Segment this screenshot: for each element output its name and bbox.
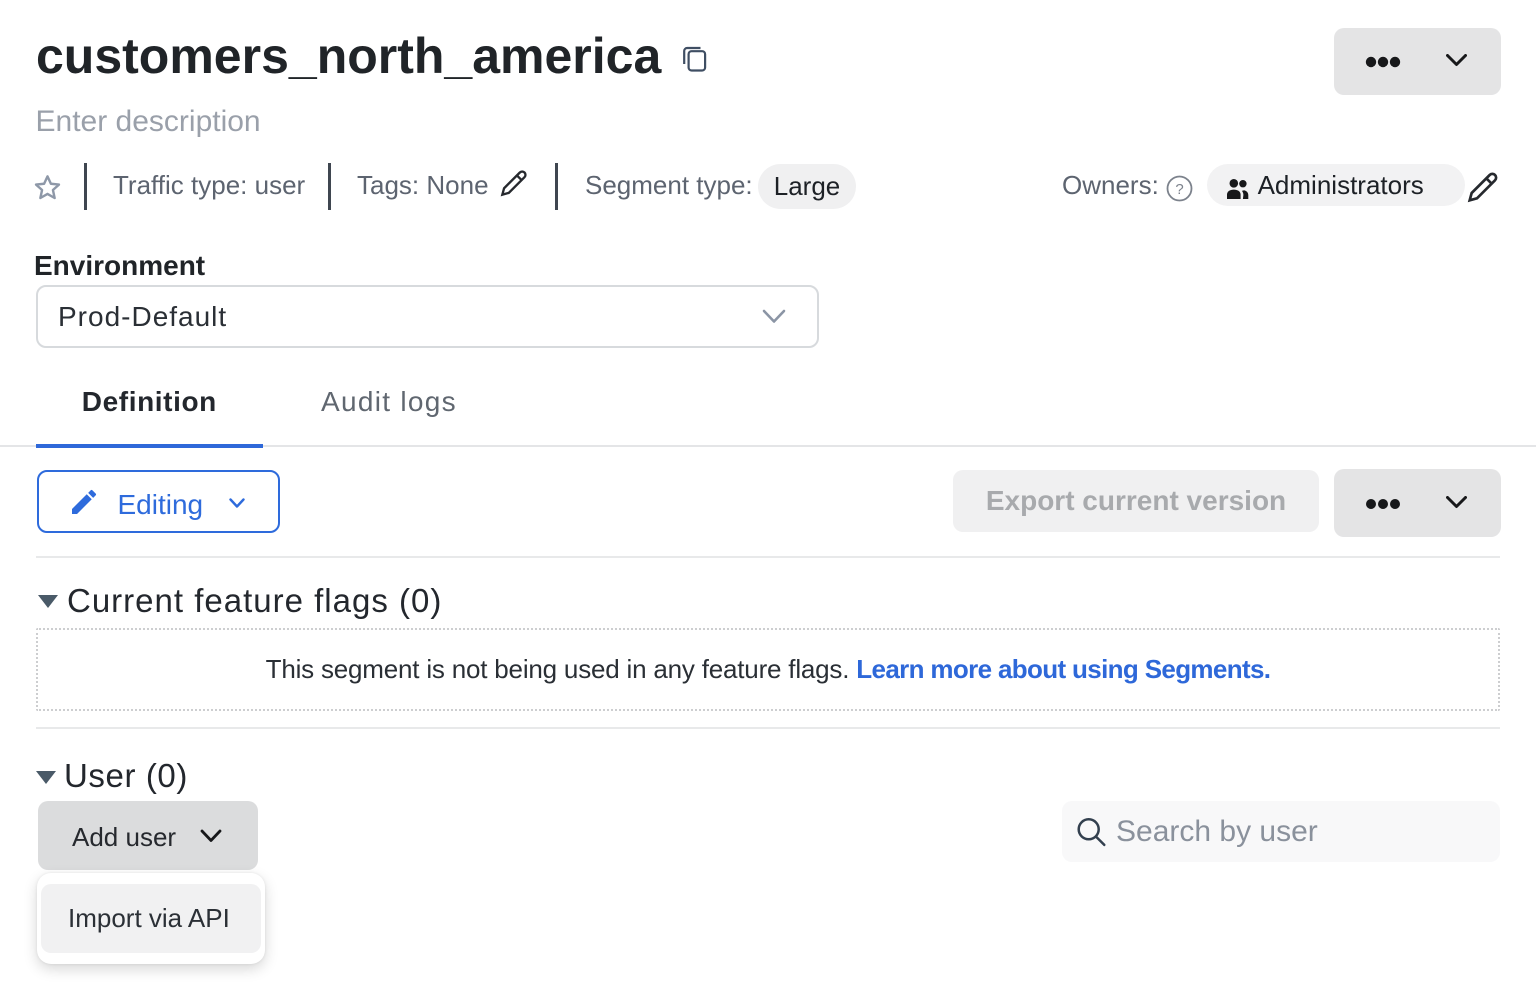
svg-text:?: ? [1175,181,1183,198]
